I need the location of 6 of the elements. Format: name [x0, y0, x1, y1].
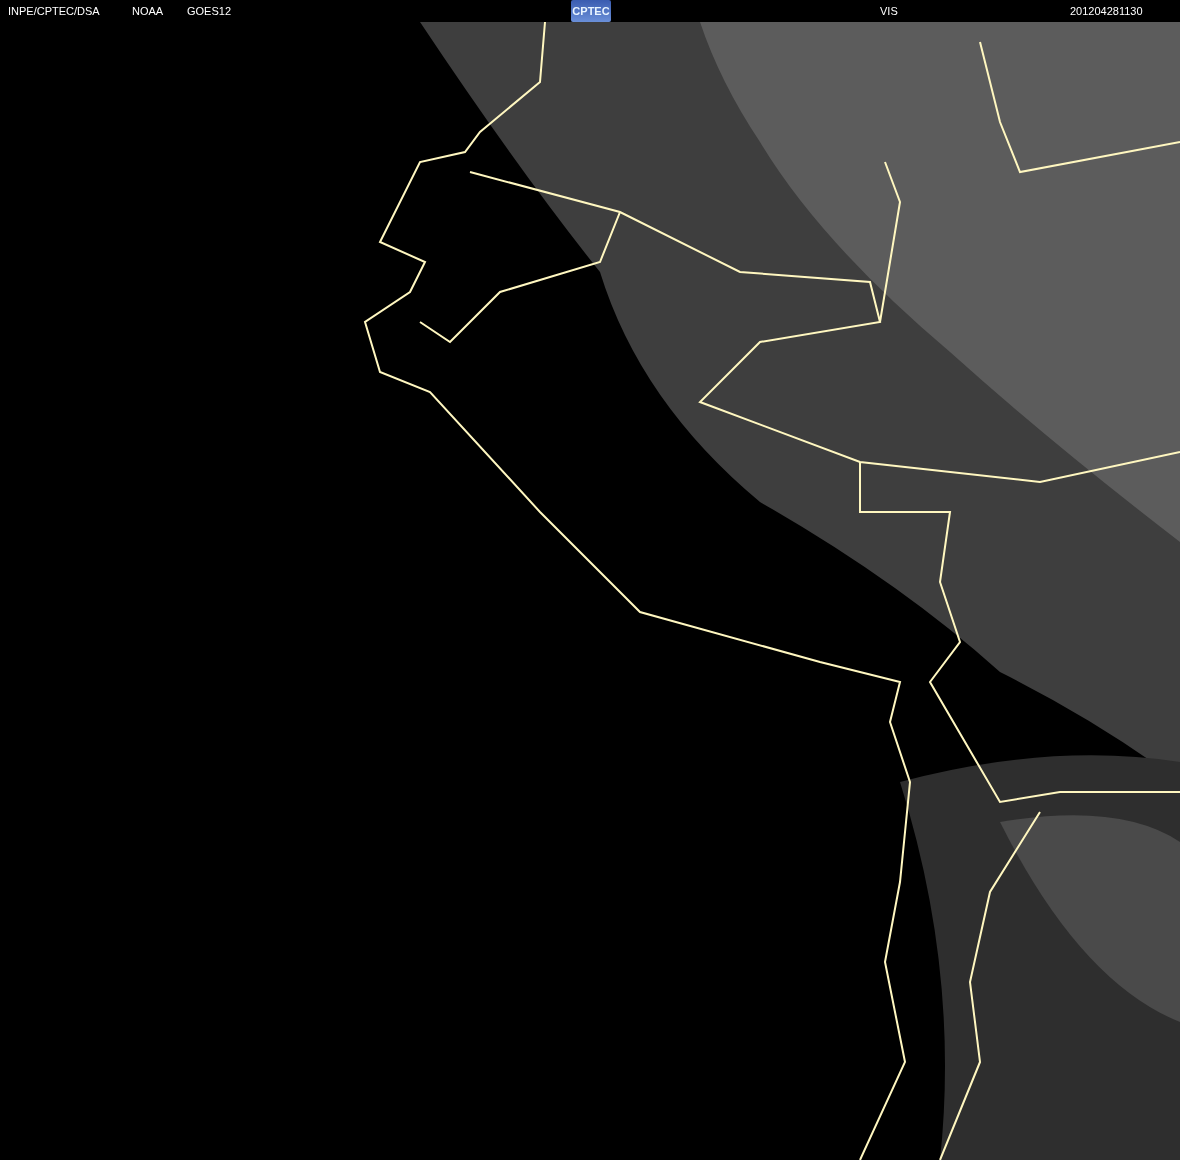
timestamp-label: 201204281130: [1070, 5, 1143, 17]
logo: CPTEC: [571, 0, 611, 22]
agency-label: NOAA: [132, 5, 165, 17]
satellite-label: GOES12: [187, 5, 233, 17]
channel-label: VIS: [880, 5, 899, 17]
source-label: INPE/CPTEC/DSA: [8, 5, 101, 17]
